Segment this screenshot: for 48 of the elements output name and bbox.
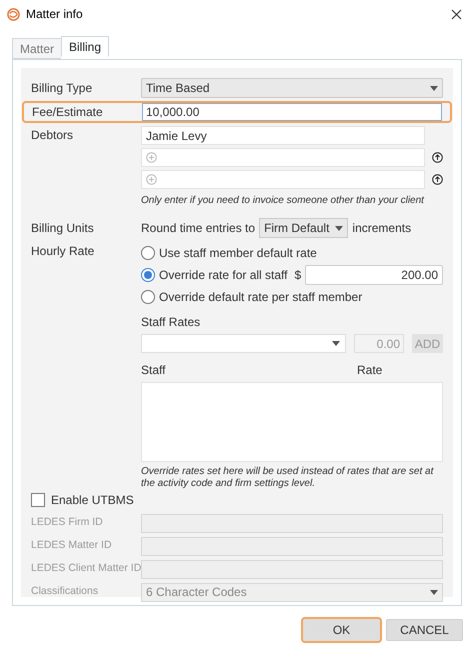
staff-dropdown[interactable]: [141, 334, 346, 353]
field-label: LEDES Matter ID: [31, 538, 113, 554]
tab[interactable]: Billing: [61, 36, 110, 57]
radio-option[interactable]: Override default rate per staff member: [141, 288, 362, 306]
field-label: Fee/Estimate: [32, 104, 104, 121]
checkbox-label: Enable UTBMS: [51, 492, 134, 509]
currency-symbol: $: [294, 267, 302, 284]
field-label: Billing Type: [31, 80, 94, 97]
dialog-button[interactable]: OK: [303, 619, 380, 641]
logo-icon: [7, 8, 20, 20]
staff-rates-note: Override rates set here will be used instead of rates that are set at the activity code and firm settings level.: [141, 466, 435, 490]
radio-option[interactable]: Override rate for all staff: [141, 266, 288, 284]
fee-estimate-field[interactable]: 10,000.00: [142, 103, 442, 121]
tab[interactable]: Matter: [12, 38, 62, 59]
increments-label: increments: [352, 220, 412, 237]
caret-icon: [335, 226, 344, 230]
column-header: Staff: [141, 362, 166, 379]
debtor-field[interactable]: [141, 148, 425, 167]
close-icon[interactable]: [451, 8, 462, 20]
billing-type-dropdown[interactable]: Time Based: [141, 78, 443, 98]
checkbox[interactable]: [31, 493, 45, 507]
arrow-up-circle-icon[interactable]: [432, 174, 442, 185]
field-label: Hourly Rate: [31, 243, 96, 260]
column-header: Rate: [357, 362, 382, 379]
caret-icon: [332, 341, 340, 346]
field-label: Classifications: [31, 584, 100, 600]
field-label: Debtors: [31, 127, 74, 144]
arrow-up-circle-icon[interactable]: [432, 152, 442, 163]
field-label: Billing Units: [31, 220, 95, 237]
radio-option[interactable]: Use staff member default rate: [141, 244, 317, 262]
staff-rates-title: Staff Rates: [141, 314, 202, 331]
field-label: LEDES Firm ID: [31, 515, 104, 530]
round-label: Round time entries to: [141, 220, 256, 237]
caret-icon: [430, 590, 438, 594]
debtor-field[interactable]: Jamie Levy: [141, 126, 425, 145]
add-icon[interactable]: [146, 152, 157, 163]
ledes-field[interactable]: [141, 560, 443, 578]
dialog-button[interactable]: CANCEL: [386, 619, 463, 641]
ledes-field[interactable]: [141, 514, 443, 532]
billing-units-dropdown[interactable]: Firm Default: [259, 218, 348, 238]
add-icon[interactable]: [146, 174, 157, 185]
caret-icon: [430, 86, 438, 90]
field-label: LEDES Client Matter ID: [31, 561, 141, 576]
window-title: Matter info: [26, 6, 83, 23]
ledes-field[interactable]: [141, 536, 443, 556]
rate-field[interactable]: 200.00: [305, 265, 443, 285]
debtors-note: Only enter if you need to invoice someone other than your client: [141, 194, 426, 208]
debtor-field[interactable]: [141, 170, 425, 189]
